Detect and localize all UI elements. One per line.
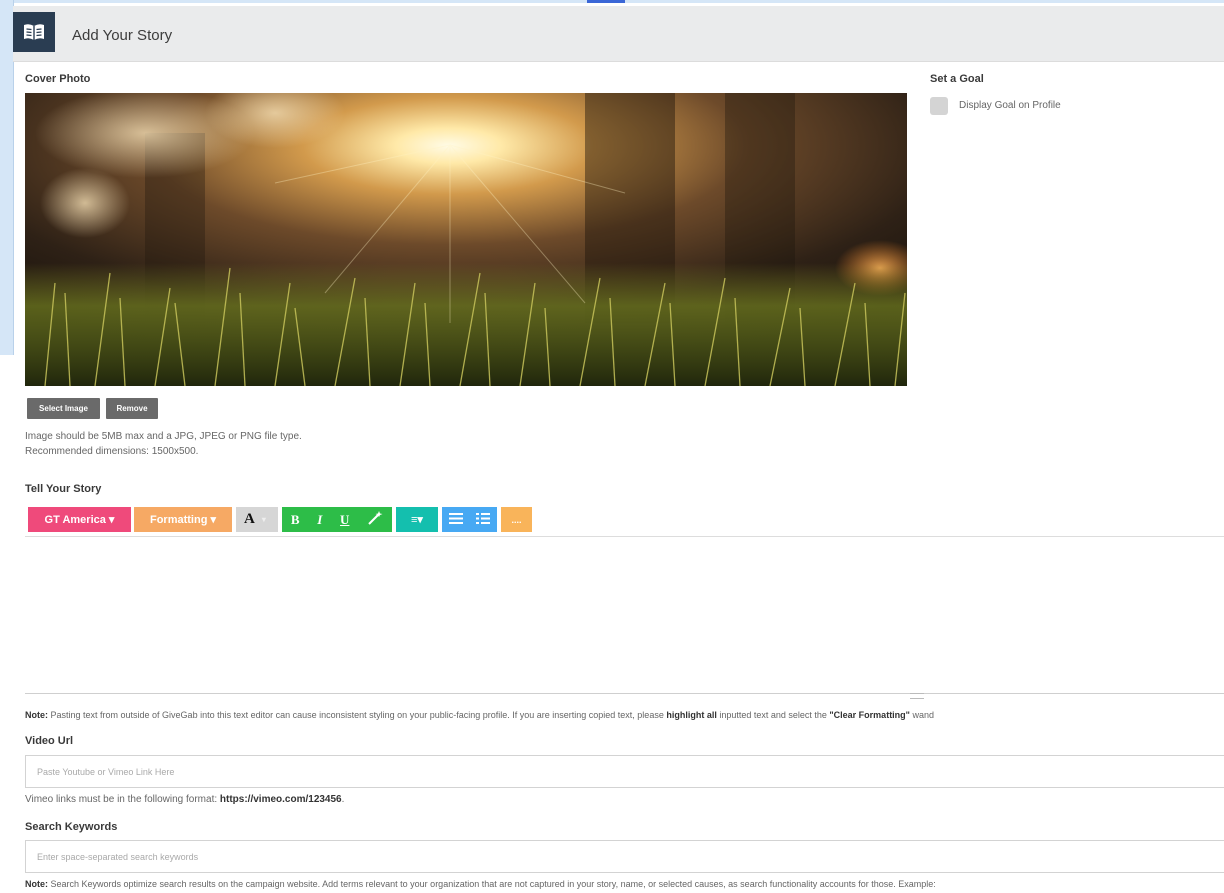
- text-color-label: A: [244, 511, 255, 527]
- more-options-button[interactable]: ....: [501, 507, 532, 532]
- vimeo-help-suffix: .: [341, 794, 345, 805]
- underline-button[interactable]: U: [340, 512, 349, 528]
- note-text-3: wand: [909, 710, 934, 720]
- left-panel-strip: [0, 0, 14, 355]
- paste-note: Note: Pasting text from outside of GiveG…: [25, 710, 934, 720]
- page-title: Add Your Story: [72, 27, 173, 44]
- list-group: [442, 507, 497, 532]
- set-goal-label: Set a Goal: [930, 73, 984, 85]
- story-text-editor[interactable]: [25, 536, 1224, 694]
- display-goal-label: Display Goal on Profile: [959, 100, 1061, 111]
- video-url-input[interactable]: [25, 755, 1224, 788]
- formatting-dropdown[interactable]: Formatting ▾: [134, 507, 232, 532]
- search-keywords-label: Search Keywords: [25, 821, 118, 833]
- keywords-note: Note: Search Keywords optimize search re…: [25, 879, 936, 889]
- select-image-button[interactable]: Select Image: [27, 398, 100, 419]
- chevron-down-icon: ▾: [261, 515, 266, 524]
- vimeo-help-text: Vimeo links must be in the following for…: [25, 794, 220, 805]
- remove-image-button[interactable]: Remove: [106, 398, 158, 419]
- tell-story-label: Tell Your Story: [25, 483, 102, 495]
- keywords-note-prefix: Note:: [25, 879, 48, 889]
- page-header: Add Your Story: [13, 6, 1224, 62]
- open-book-icon: [13, 12, 55, 52]
- video-url-label: Video Url: [25, 735, 74, 747]
- align-dropdown[interactable]: ≡▾: [396, 507, 438, 532]
- active-tab-indicator: [587, 0, 625, 3]
- note-text-2: inputted text and select the: [716, 710, 830, 720]
- font-family-dropdown[interactable]: GT America ▾: [28, 507, 131, 532]
- text-style-group: B I U: [282, 507, 392, 532]
- display-goal-checkbox[interactable]: [930, 97, 948, 115]
- note-prefix: Note:: [25, 710, 48, 720]
- note-bold-2: "Clear Formatting": [829, 710, 910, 720]
- cover-photo-image: [25, 93, 907, 386]
- numbered-list-icon[interactable]: [476, 512, 491, 527]
- note-text-1: Pasting text from outside of GiveGab int…: [48, 710, 667, 720]
- italic-button[interactable]: I: [317, 512, 322, 528]
- bullet-list-icon[interactable]: [448, 512, 463, 527]
- text-color-button[interactable]: A ▾: [236, 507, 278, 532]
- cover-photo-label: Cover Photo: [25, 73, 91, 85]
- editor-resize-handle[interactable]: [910, 693, 924, 699]
- image-size-help: Image should be 5MB max and a JPG, JPEG …: [25, 431, 302, 442]
- vimeo-example-link: https://vimeo.com/123456: [219, 794, 342, 805]
- search-keywords-input[interactable]: [25, 840, 1224, 873]
- vimeo-format-help: Vimeo links must be in the following for…: [25, 793, 344, 807]
- magic-wand-icon[interactable]: [367, 510, 383, 529]
- note-bold-1: highlight all: [666, 710, 717, 720]
- keywords-note-text: Search Keywords optimize search results …: [48, 879, 936, 889]
- image-dimensions-help: Recommended dimensions: 1500x500.: [25, 446, 199, 457]
- bold-button[interactable]: B: [291, 512, 300, 528]
